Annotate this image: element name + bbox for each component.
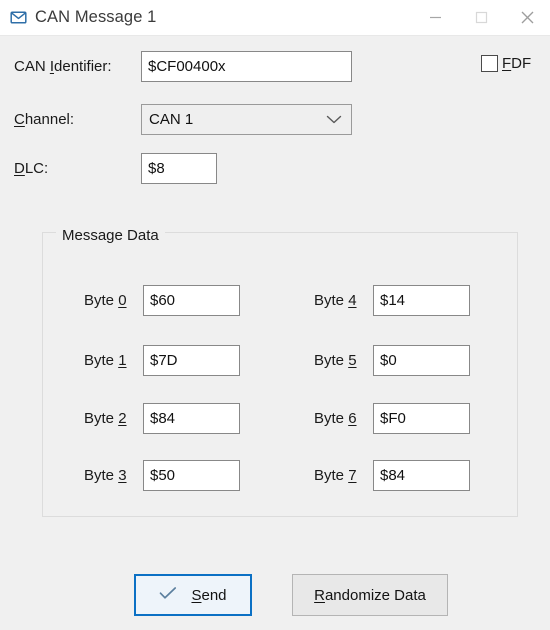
byte-7-label: Byte 7 <box>314 467 357 484</box>
channel-select[interactable]: CAN 1 <box>141 104 352 135</box>
byte-3-input[interactable]: $50 <box>143 460 240 491</box>
byte-3-value: $50 <box>150 467 176 484</box>
byte-1-label-mnemonic: 1 <box>118 352 127 369</box>
dlc-label-post: LC: <box>24 160 49 177</box>
byte-3-label: Byte 3 <box>84 467 127 484</box>
byte-5-label-pre: Byte <box>314 352 349 369</box>
randomize-data-button[interactable]: Randomize Data <box>292 574 448 616</box>
byte-6-label: Byte 6 <box>314 410 357 427</box>
channel-selected-value: CAN 1 <box>149 111 194 128</box>
byte-4-label-mnemonic: 4 <box>348 292 357 309</box>
window-controls <box>412 0 550 35</box>
byte-4-input[interactable]: $14 <box>373 285 470 316</box>
window-title: CAN Message 1 <box>35 8 157 26</box>
dlc-input[interactable]: $8 <box>141 153 217 184</box>
check-icon <box>159 586 177 604</box>
send-button-label: Send <box>191 587 226 604</box>
byte-4-label-pre: Byte <box>314 292 349 309</box>
byte-2-label-pre: Byte <box>84 410 119 427</box>
byte-0-label-mnemonic: 0 <box>118 292 127 309</box>
dlc-label-mnemonic: D <box>14 160 25 177</box>
byte-5-input[interactable]: $0 <box>373 345 470 376</box>
chevron-down-icon[interactable] <box>326 111 342 128</box>
byte-4-label: Byte 4 <box>314 292 357 309</box>
channel-label: Channel: <box>14 111 74 128</box>
byte-5-label-mnemonic: 5 <box>348 352 357 369</box>
byte-1-label-pre: Byte <box>84 352 119 369</box>
dlc-value: $8 <box>148 160 165 177</box>
byte-2-label: Byte 2 <box>84 410 127 427</box>
randomize-button-label: Randomize Data <box>314 587 426 604</box>
can-identifier-label-pre: CAN <box>14 58 50 75</box>
envelope-icon <box>10 9 27 26</box>
randomize-label-post: andomize Data <box>324 586 426 604</box>
byte-2-input[interactable]: $84 <box>143 403 240 434</box>
randomize-label-mnemonic: R <box>314 586 325 604</box>
fdf-checkbox-box[interactable] <box>481 55 498 72</box>
fdf-label-mnemonic: F <box>502 55 512 72</box>
fdf-label-post: DF <box>511 55 532 72</box>
byte-1-value: $7D <box>150 352 178 369</box>
byte-5-value: $0 <box>380 352 397 369</box>
fdf-checkbox-label: FDF <box>502 55 531 72</box>
byte-3-label-pre: Byte <box>84 467 119 484</box>
byte-7-label-pre: Byte <box>314 467 349 484</box>
send-label-post: end <box>201 586 227 604</box>
maximize-button[interactable] <box>458 0 504 35</box>
byte-4-value: $14 <box>380 292 406 309</box>
channel-label-post: hannel: <box>24 111 75 128</box>
byte-1-input[interactable]: $7D <box>143 345 240 376</box>
byte-0-input[interactable]: $60 <box>143 285 240 316</box>
byte-1-label: Byte 1 <box>84 352 127 369</box>
send-label-mnemonic: S <box>191 586 202 604</box>
can-identifier-input[interactable]: $CF00400x <box>141 51 352 82</box>
can-identifier-value: $CF00400x <box>148 58 226 75</box>
fdf-checkbox[interactable]: FDF <box>481 55 531 72</box>
can-identifier-label: CAN Identifier: <box>14 58 112 75</box>
byte-7-input[interactable]: $84 <box>373 460 470 491</box>
byte-0-label-pre: Byte <box>84 292 119 309</box>
byte-6-input[interactable]: $F0 <box>373 403 470 434</box>
byte-6-label-pre: Byte <box>314 410 349 427</box>
close-button[interactable] <box>504 0 550 35</box>
message-data-group-title: Message Data <box>56 227 165 244</box>
send-button[interactable]: Send <box>134 574 252 616</box>
byte-6-label-mnemonic: 6 <box>348 410 357 427</box>
byte-0-label: Byte 0 <box>84 292 127 309</box>
byte-5-label: Byte 5 <box>314 352 357 369</box>
can-identifier-label-post: dentifier: <box>54 58 112 75</box>
byte-2-value: $84 <box>150 410 176 427</box>
minimize-button[interactable] <box>412 0 458 35</box>
byte-7-value: $84 <box>380 467 406 484</box>
dlc-label: DLC: <box>14 160 48 177</box>
byte-7-label-mnemonic: 7 <box>348 467 357 484</box>
byte-3-label-mnemonic: 3 <box>118 467 127 484</box>
byte-0-value: $60 <box>150 292 176 309</box>
byte-6-value: $F0 <box>380 410 406 427</box>
channel-label-mnemonic: C <box>14 111 25 128</box>
titlebar: CAN Message 1 <box>0 0 550 36</box>
byte-2-label-mnemonic: 2 <box>118 410 127 427</box>
